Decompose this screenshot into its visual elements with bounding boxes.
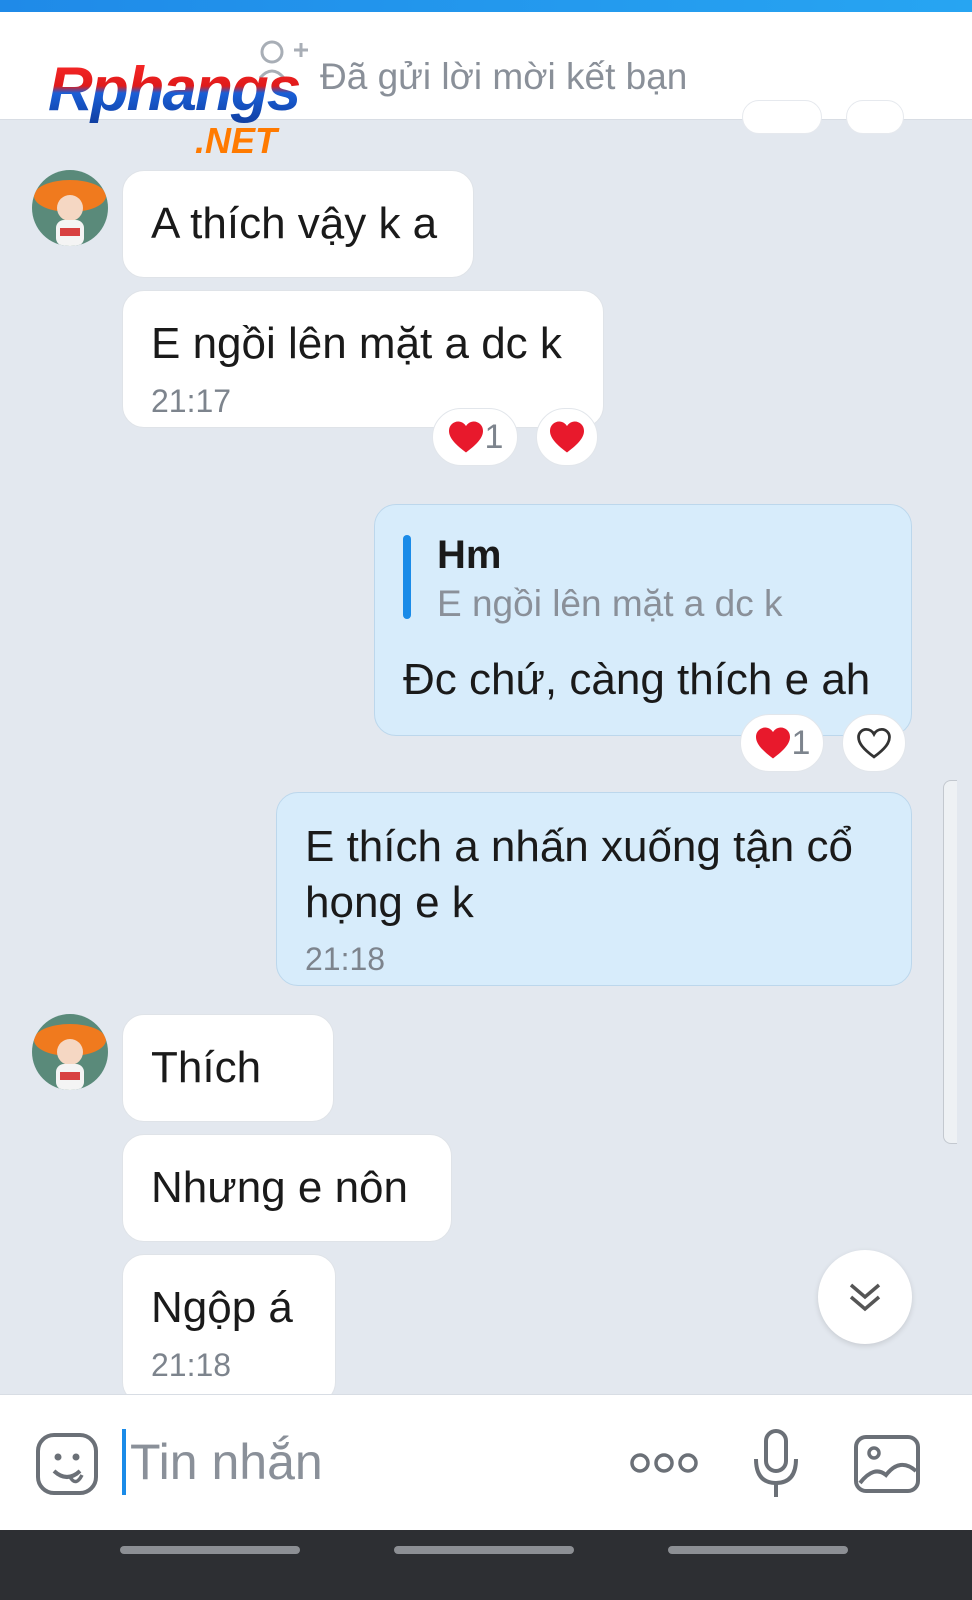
message-text: Ngộp á [151,1283,293,1332]
react-button[interactable] [842,714,906,772]
more-icon[interactable] [628,1449,700,1477]
watermark-suffix: .NET [195,120,278,161]
nav-gesture-handle[interactable] [668,1546,848,1554]
message-composer [0,1394,972,1530]
message-time: 21:17 [151,383,232,419]
friend-request-status: Đã gửi lời mời kết bạn [320,56,688,97]
heart-filled-icon [550,421,584,453]
heart-outline-icon [857,728,891,759]
message-text: E ngồi lên mặt a dc k [151,319,562,368]
sticker-icon[interactable] [36,1433,98,1495]
reaction-count: 1 [791,723,811,762]
message-bubble[interactable]: Nhưng e nôn [122,1134,452,1242]
message-bubble[interactable]: Ngộp á 21:18 [122,1254,336,1404]
system-navigation-bar [0,1530,972,1600]
message-text-line: E thích a nhấn xuống tận cổ [305,822,853,871]
react-button[interactable] [536,408,598,466]
heart-filled-icon [448,421,483,453]
avatar[interactable] [32,1014,108,1090]
avatar-image [32,1014,108,1090]
reaction-count: 1 [484,417,504,456]
message-time: 21:18 [305,941,386,977]
message-text: E thích a nhấn xuống tận cổ họng e k [305,819,905,931]
message-text: A thích vậy k a [151,199,438,248]
message-input[interactable] [130,1429,590,1495]
scrollbar[interactable] [943,780,957,1144]
message-bubble[interactable]: A thích vậy k a [122,170,474,278]
top-accent-bar [0,0,972,12]
reaction-count-pill[interactable]: 1 [432,408,518,466]
message-text: Đc chứ, càng thích e ah [403,655,871,704]
watermark-brand: Rphangs [48,55,301,124]
quoted-sender: Hm [437,533,502,577]
my-message-bubble[interactable]: E thích a nhấn xuống tận cổ họng e k 21:… [276,792,912,986]
message-bubble[interactable]: E ngồi lên mặt a dc k 21:17 [122,290,604,428]
message-bubble[interactable]: Thích [122,1014,334,1122]
message-text: Nhưng e nôn [151,1163,408,1212]
reaction-pill-partial[interactable] [846,100,904,134]
heart-filled-icon [755,727,790,759]
message-text-line: họng e k [305,878,474,927]
double-chevron-down-icon [849,1283,881,1312]
watermark-logo: Rphangs .NET [48,54,348,164]
reaction-pill-partial[interactable] [742,100,822,134]
quote-bar [403,535,411,619]
avatar[interactable] [32,170,108,246]
message-time: 21:18 [151,1347,232,1383]
scroll-to-bottom-button[interactable] [818,1250,912,1344]
quoted-text: E ngồi lên mặt a dc k [437,583,783,624]
text-cursor [122,1429,126,1495]
message-text: Thích [151,1043,262,1092]
my-message-bubble[interactable]: Hm E ngồi lên mặt a dc k Đc chứ, càng th… [374,504,912,736]
nav-gesture-handle[interactable] [120,1546,300,1554]
image-icon[interactable] [854,1435,920,1493]
reaction-count-pill[interactable]: 1 [740,714,824,772]
microphone-icon[interactable] [752,1429,800,1499]
nav-gesture-handle[interactable] [394,1546,574,1554]
avatar-image [32,170,108,246]
